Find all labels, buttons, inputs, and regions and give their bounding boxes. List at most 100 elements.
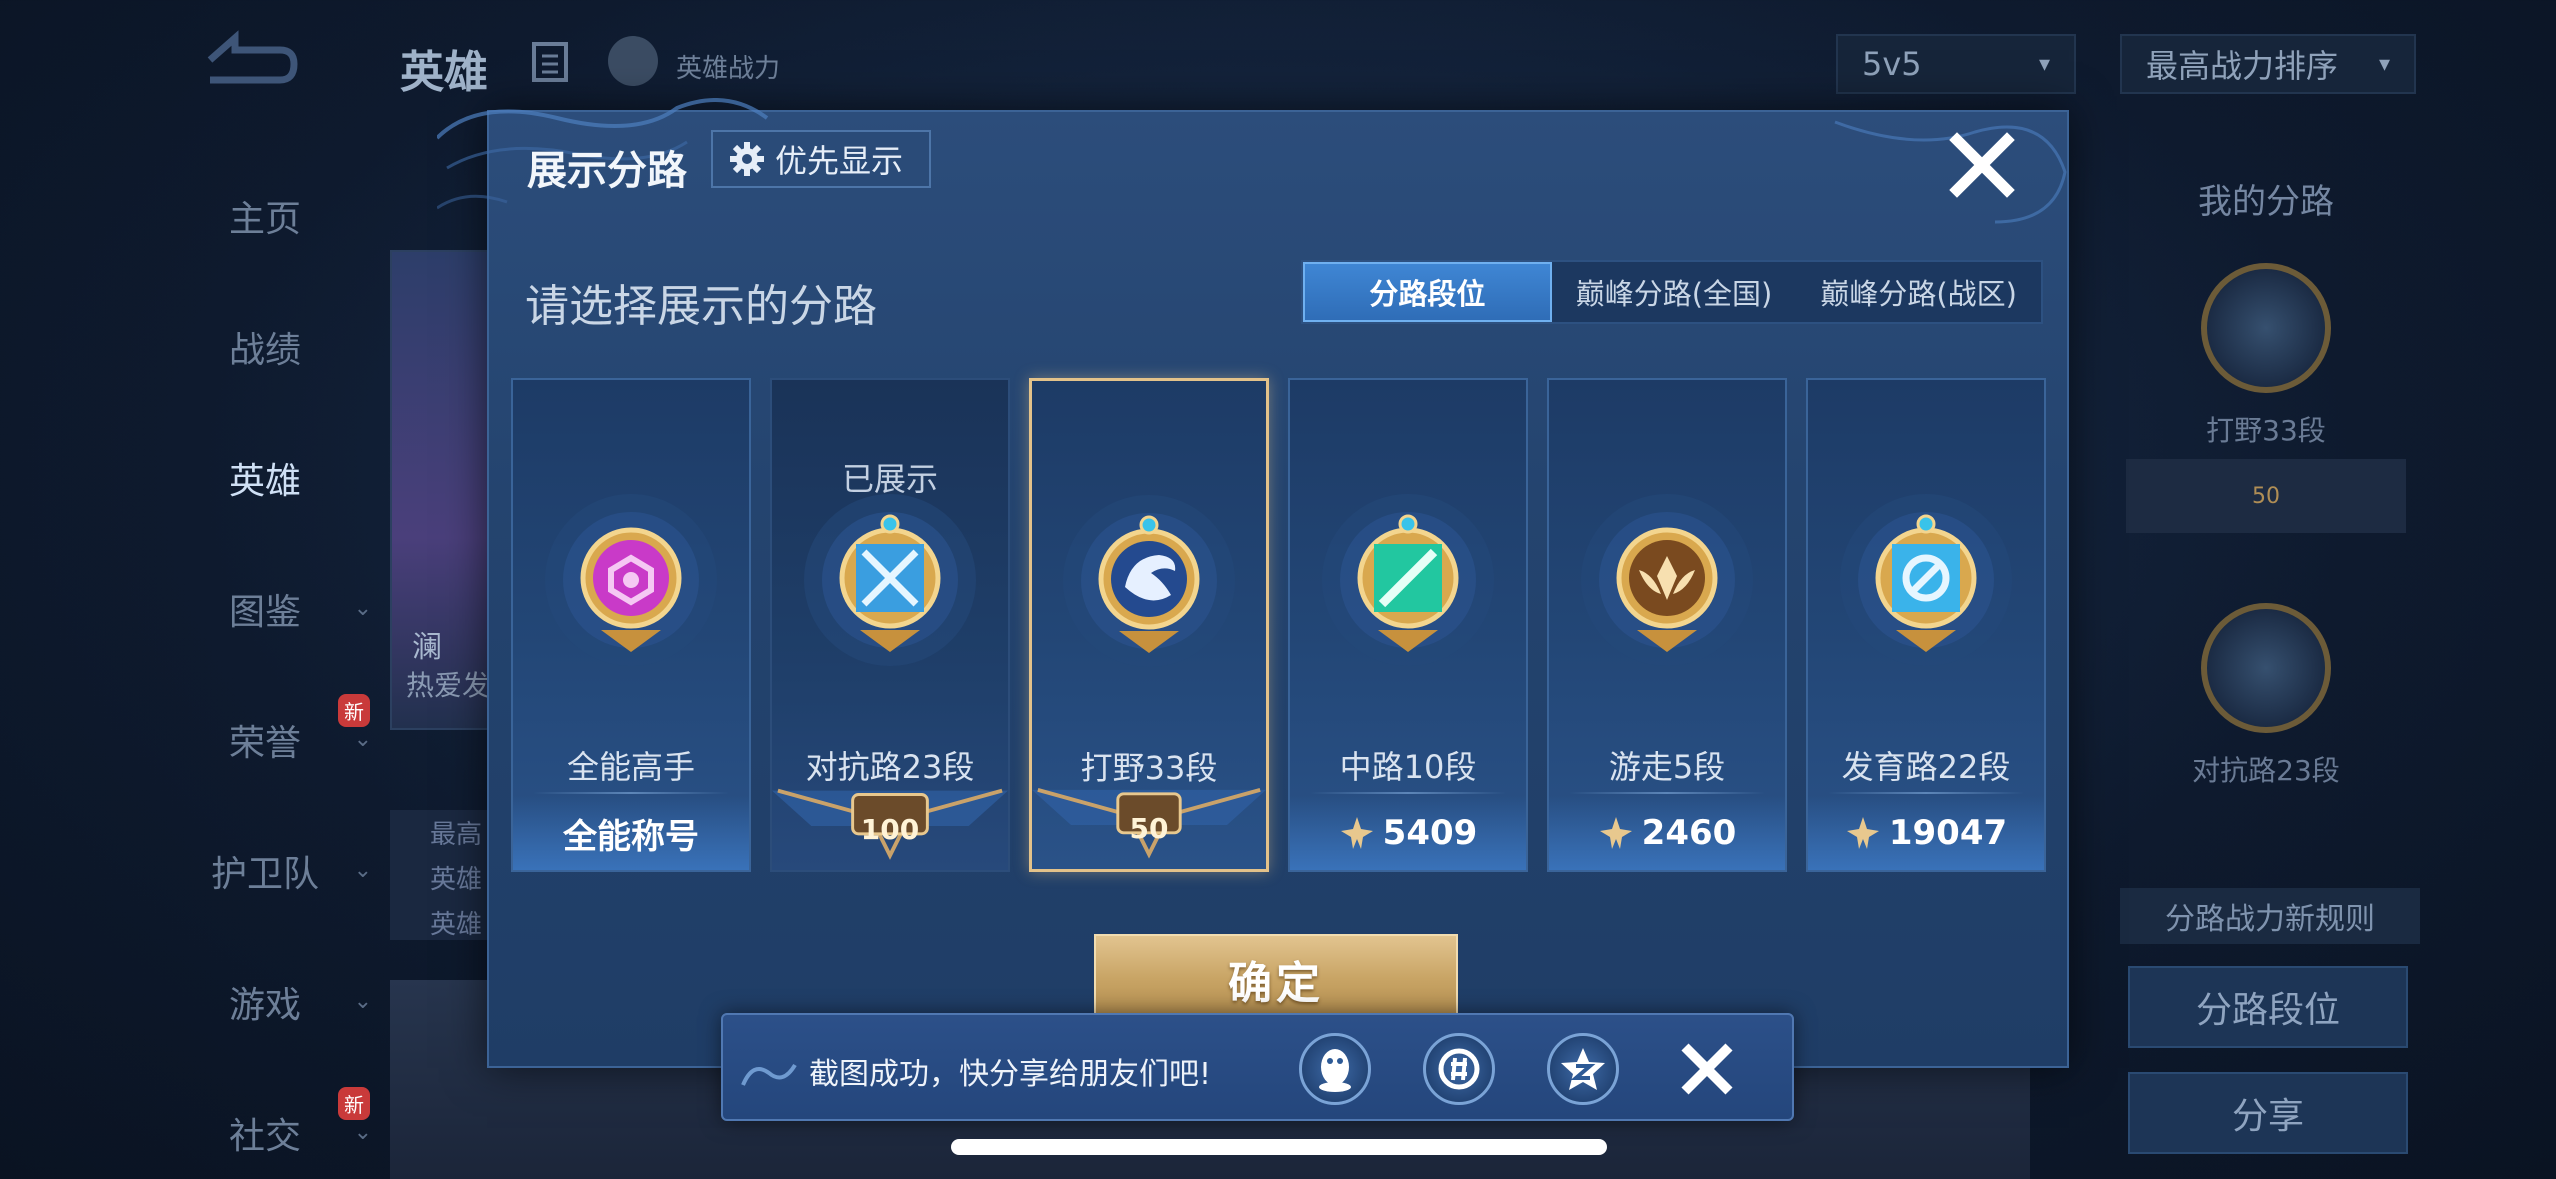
lane-points-value: 19047 [1888, 813, 2008, 853]
farm-lane-emblem-icon [1840, 494, 2012, 666]
qzone-star-glyph [1561, 1048, 1605, 1090]
wechat-moments-icon[interactable] [1423, 1033, 1495, 1105]
new-badge: 新 [338, 694, 370, 727]
my-lanes-title: 我的分路 [2198, 182, 2334, 222]
lane-card-footer: 2460 [1549, 796, 1785, 870]
chevron-down-icon: ⌄ [353, 727, 372, 752]
chevron-down-icon: ⌄ [353, 858, 372, 883]
cloud-decoration-icon [1834, 120, 2067, 224]
chevron-down-icon: ⌄ [353, 596, 372, 621]
share-button[interactable]: 分享 [2128, 1072, 2408, 1154]
dialog-subtitle: 请选择展示的分路 [525, 281, 877, 332]
lane-card-list: 全能高手 全能称号 已展示 对抗路23段 100 打野33段 50 中路10段 … [511, 378, 2047, 872]
sidebar-item-game[interactable]: 游戏 ⌄ [150, 936, 380, 1067]
qq-penguin-glyph [1319, 1049, 1351, 1092]
tab-peak-region[interactable]: 巅峰分路(战区) [1796, 262, 2041, 322]
qzone-icon[interactable] [1547, 1033, 1619, 1105]
toast-message: 截图成功，快分享给朋友们吧! [809, 1057, 1212, 1092]
lane-card-clash[interactable]: 已展示 对抗路23段 100 [770, 378, 1010, 872]
sort-select-value: 最高战力排序 [2146, 47, 2339, 85]
sidebar-item-label: 社交 [228, 1115, 301, 1157]
chevron-down-icon: ▾ [2038, 51, 2050, 77]
lane-card-name: 游走5段 [1608, 748, 1726, 786]
lane-points-value: 5409 [1382, 813, 1478, 853]
mid-lane-emblem-icon [1322, 494, 1494, 666]
lane-card-footer: 全能称号 [513, 796, 749, 870]
lane-points-value: 2460 [1641, 813, 1737, 853]
sidebar-item-label: 荣誉 [228, 722, 301, 764]
sidebar-item-honor[interactable]: 荣誉 新 ⌄ [150, 674, 380, 805]
divider [1310, 792, 1506, 794]
priority-display-button[interactable]: 优先显示 [711, 130, 931, 188]
lane-card-roam[interactable]: 游走5段 2460 [1547, 378, 1787, 872]
chevron-down-icon: ▾ [2378, 51, 2390, 77]
display-lane-dialog: 展示分路 优先显示 请选择展示的分路 分路段位 巅峰分路(全国) 巅峰分路(战区… [437, 98, 2069, 1068]
priority-display-label: 优先显示 [775, 142, 904, 180]
lane-card-name: 全能高手 [566, 748, 695, 786]
qq-icon[interactable] [1299, 1033, 1371, 1105]
sidebar-item-record[interactable]: 战绩 [150, 281, 380, 412]
back-arrow-icon[interactable] [190, 30, 300, 90]
lane-card-name: 中路10段 [1339, 748, 1477, 786]
mode-select[interactable]: 5v5 ▾ [1836, 34, 2076, 94]
lane-card-jungle[interactable]: 打野33段 50 [1029, 378, 1269, 872]
jungle-rank-badge-icon [2201, 263, 2331, 393]
my-lanes-panel: 我的分路 打野33段 50 对抗路23段 [2116, 150, 2416, 789]
sidebar-item-guard[interactable]: 护卫队 ⌄ [150, 805, 380, 936]
lane-card-mid[interactable]: 中路10段 5409 [1288, 378, 1528, 872]
lane-card-name: 对抗路23段 [805, 748, 975, 786]
my-lane-label: 打野33段 [2206, 414, 2326, 447]
screenshot-share-toast: 截图成功，快分享给朋友们吧! [721, 1013, 1794, 1121]
sidebar-item-home[interactable]: 主页 [150, 150, 380, 281]
lane-tab-bar: 分路段位 巅峰分路(全国) 巅峰分路(战区) [1301, 260, 2043, 324]
jungle-dragon-emblem-icon [1063, 495, 1235, 667]
sort-select[interactable]: 最高战力排序 ▾ [2120, 34, 2416, 94]
all-round-emblem-icon [545, 494, 717, 666]
divider [533, 792, 729, 794]
home-indicator[interactable] [951, 1139, 1607, 1155]
sidebar: 主页 战绩 英雄 图鉴 ⌄ 荣誉新 ⌄ 护卫队 ⌄ 游戏 ⌄ 社交新 ⌄ [150, 150, 380, 1179]
clash-rank-badge-icon [2201, 603, 2331, 733]
sidebar-item-label: 护卫队 [210, 853, 319, 895]
page-title: 英雄 [400, 47, 488, 98]
lane-points-icon [1846, 817, 1879, 849]
hero-subtitle: 热爱发 [406, 669, 491, 702]
gear-icon [730, 142, 764, 176]
hero-power-label: 英雄战力 [676, 54, 781, 84]
sidebar-item-label: 战绩 [228, 329, 301, 371]
lane-card-name: 打野33段 [1080, 749, 1218, 787]
lane-card-all-round[interactable]: 全能高手 全能称号 [511, 378, 751, 872]
list-icon[interactable] [530, 40, 570, 84]
close-icon[interactable] [1947, 130, 2017, 200]
lane-power-rule-note[interactable]: 分路战力新规则 [2120, 888, 2420, 944]
moments-glyph [1438, 1048, 1480, 1090]
tab-peak-national[interactable]: 巅峰分路(全国) [1552, 262, 1797, 322]
confirm-button[interactable]: 确定 [1094, 934, 1458, 1024]
dialog-title: 展示分路 [527, 148, 687, 194]
lane-card-farm[interactable]: 发育路22段 19047 [1806, 378, 2046, 872]
lane-card-footer: 5409 [1290, 796, 1526, 870]
lane-points-icon [1340, 817, 1373, 849]
wave-decoration-icon [741, 1063, 797, 1086]
rank-tag: 50 [2126, 459, 2406, 533]
sidebar-item-hero[interactable]: 英雄 [150, 412, 380, 543]
lane-card-footer: 19047 [1808, 796, 2044, 870]
sidebar-item-social[interactable]: 社交 新 ⌄ [150, 1067, 380, 1179]
close-icon[interactable] [1675, 1037, 1739, 1101]
new-badge: 新 [338, 1087, 370, 1120]
tab-lane-rank[interactable]: 分路段位 [1303, 262, 1552, 322]
divider [1828, 792, 2024, 794]
sidebar-item-label: 英雄 [228, 460, 301, 502]
sidebar-item-label: 图鉴 [228, 591, 301, 633]
rank-plate-value: 100 [860, 813, 920, 846]
sidebar-item-label: 游戏 [228, 984, 301, 1026]
lane-rank-button[interactable]: 分路段位 [2128, 966, 2408, 1048]
sidebar-item-codex[interactable]: 图鉴 ⌄ [150, 543, 380, 674]
rank-plate-value: 50 [1129, 812, 1169, 845]
lane-card-name: 发育路22段 [1841, 748, 2011, 786]
chevron-down-icon: ⌄ [353, 1120, 372, 1145]
mode-select-value: 5v5 [1862, 45, 1922, 83]
lane-points-icon [1599, 817, 1632, 849]
clash-lane-emblem-icon [804, 494, 976, 666]
roam-wings-emblem-icon [1581, 494, 1753, 666]
